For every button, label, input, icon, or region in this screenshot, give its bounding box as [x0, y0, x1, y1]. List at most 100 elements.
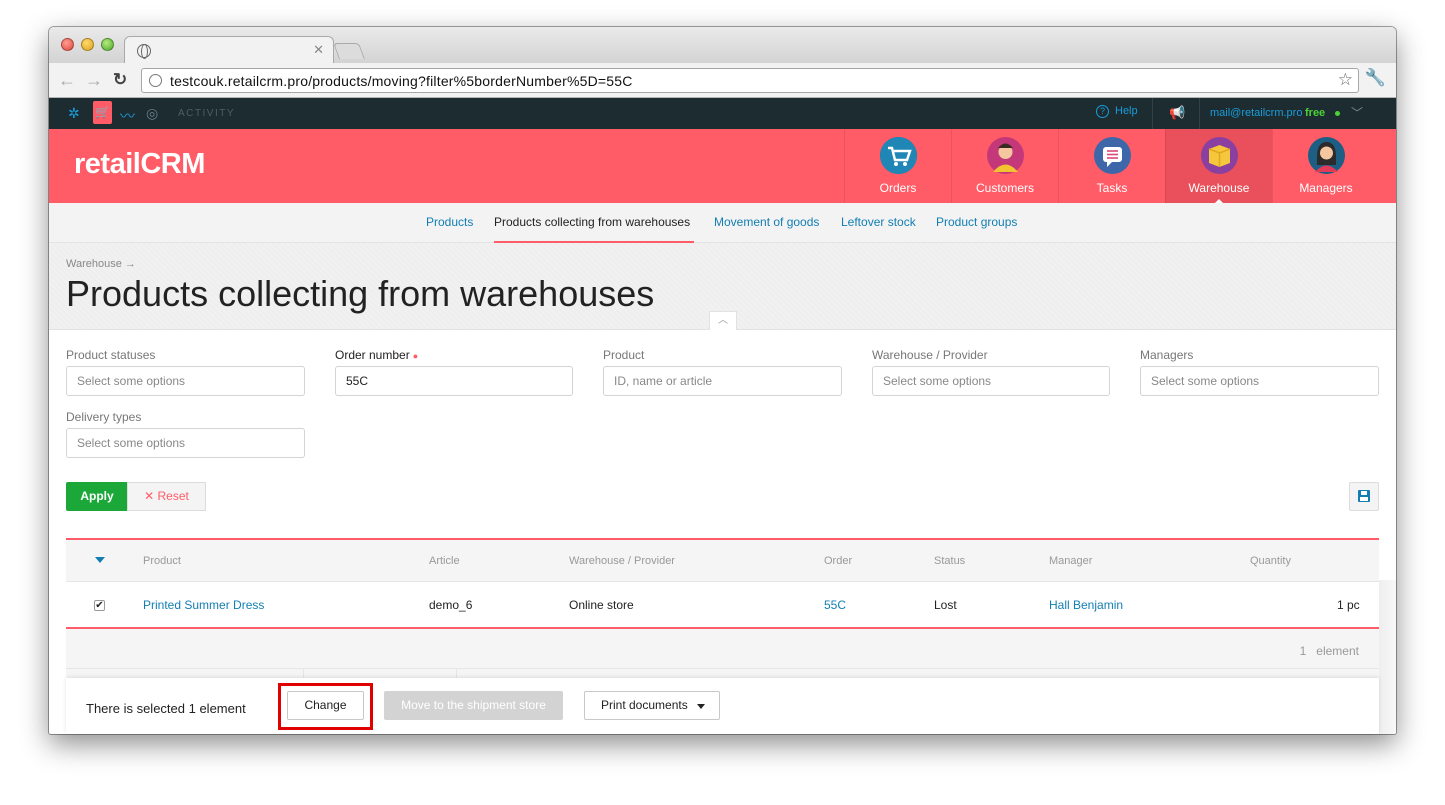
change-button[interactable]: Change	[287, 691, 364, 720]
caret-down-icon	[697, 704, 705, 709]
new-tab-button[interactable]	[333, 43, 365, 59]
article-cell: demo_6	[429, 598, 473, 612]
filter-label: Product	[603, 348, 645, 362]
warehouse-cell: Online store	[569, 598, 634, 612]
filter-label: Managers	[1140, 348, 1194, 362]
tasks-list-icon	[1094, 137, 1131, 174]
module-warehouse[interactable]: Warehouse	[1165, 129, 1272, 204]
product-search-input[interactable]: ID, name or article	[603, 366, 842, 396]
module-orders[interactable]: Orders	[844, 129, 951, 203]
browser-window: ✕ ← → ↻ testcouk.retailcrm.pro/products/…	[49, 27, 1396, 734]
bookmark-star-icon[interactable]: ☆	[1338, 70, 1353, 90]
print-documents-button[interactable]: Print documents	[584, 691, 720, 720]
column-header-status[interactable]: Status	[934, 555, 965, 567]
breadcrumb[interactable]: Warehouse →	[66, 258, 136, 270]
status-cell: Lost	[934, 598, 957, 612]
divider	[1152, 98, 1153, 129]
subnav-leftover-stock[interactable]: Leftover stock	[841, 215, 916, 229]
globe-icon	[137, 44, 151, 59]
subnav-products-collecting[interactable]: Products collecting from warehouses	[494, 215, 690, 229]
print-documents-label: Print documents	[601, 698, 688, 712]
module-tasks[interactable]: Tasks	[1058, 129, 1165, 203]
subnav-product-groups[interactable]: Product groups	[936, 215, 1017, 229]
activity-label[interactable]: ACTIVITY	[178, 108, 235, 119]
count-value: 1	[1299, 644, 1307, 658]
divider	[1199, 98, 1200, 129]
element-count: 1 element	[1300, 644, 1359, 658]
column-header-quantity[interactable]: Quantity	[1250, 555, 1291, 567]
retailcrm-logo[interactable]: retailCRM	[74, 148, 205, 181]
module-customers[interactable]: Customers	[951, 129, 1058, 203]
subnav-products[interactable]: Products	[426, 215, 473, 229]
collapse-filters-button[interactable]: ︿	[709, 311, 737, 330]
orders-cart-icon	[880, 137, 917, 174]
title-bar: ✕	[49, 27, 1396, 64]
page-title: Products collecting from warehouses	[66, 273, 655, 314]
table-row[interactable]: ✔ Printed Summer Dress demo_6 Online sto…	[66, 581, 1379, 628]
close-window-button[interactable]	[61, 38, 74, 51]
managers-select[interactable]: Select some options	[1140, 366, 1379, 396]
filter-label: Product statuses	[66, 348, 156, 362]
close-tab-icon[interactable]: ✕	[313, 42, 324, 58]
column-header-order[interactable]: Order	[824, 555, 852, 567]
app-header: retailCRM Orders Customers Tasks Warehou…	[49, 129, 1396, 204]
module-label: Customers	[975, 181, 1034, 195]
help-label: Help	[1115, 105, 1138, 117]
column-header-product[interactable]: Product	[143, 555, 181, 567]
selection-count-text: There is selected 1 element	[86, 701, 246, 716]
browser-tab[interactable]: ✕	[124, 36, 334, 64]
reset-label: Reset	[157, 489, 189, 503]
megaphone-icon[interactable]: 📢	[1169, 105, 1185, 121]
maximize-window-button[interactable]	[101, 38, 114, 51]
order-number-input[interactable]: 55C	[335, 366, 573, 396]
forward-arrow-icon[interactable]: →	[85, 70, 103, 91]
module-label: Managers	[1299, 181, 1353, 195]
scrollbar[interactable]	[1379, 580, 1396, 734]
address-bar[interactable]: testcouk.retailcrm.pro/products/moving?f…	[141, 68, 1359, 93]
globe-icon	[149, 74, 162, 87]
manager-avatar-icon	[1308, 137, 1345, 174]
browser-toolbar: ← → ↻ testcouk.retailcrm.pro/products/mo…	[49, 63, 1396, 98]
minimize-window-button[interactable]	[81, 38, 94, 51]
warehouse-box-icon	[1201, 137, 1238, 174]
url-text[interactable]: testcouk.retailcrm.pro/products/moving?f…	[170, 73, 633, 89]
order-number-label: Order number	[335, 348, 410, 362]
module-label: Warehouse	[1188, 181, 1250, 195]
product-statuses-select[interactable]: Select some options	[66, 366, 305, 396]
wrench-icon[interactable]: 🔧	[1365, 68, 1386, 88]
module-label: Orders	[879, 181, 917, 195]
table-top-border	[66, 538, 1379, 540]
warehouse-select[interactable]: Select some options	[872, 366, 1110, 396]
gear-icon[interactable]: ✲	[68, 105, 80, 122]
order-link[interactable]: 55C	[824, 598, 846, 612]
delivery-types-select[interactable]: Select some options	[66, 428, 305, 458]
help-link[interactable]: ? Help	[1096, 105, 1138, 118]
table-bottom-border	[66, 627, 1379, 629]
product-link[interactable]: Printed Summer Dress	[143, 598, 264, 612]
cart-icon[interactable]: 🛒	[93, 101, 112, 124]
target-icon[interactable]: ◎	[146, 105, 158, 122]
move-to-shipment-store-button[interactable]: Move to the shipment store	[384, 691, 563, 720]
filter-label: Warehouse / Provider	[872, 348, 988, 362]
apply-button[interactable]: Apply	[66, 482, 128, 511]
row-checkbox[interactable]: ✔	[94, 600, 105, 611]
module-managers[interactable]: Managers	[1272, 129, 1379, 203]
column-header-article[interactable]: Article	[429, 555, 460, 567]
column-header-warehouse[interactable]: Warehouse / Provider	[569, 555, 675, 567]
chart-icon[interactable]: 〰	[120, 105, 135, 126]
user-email[interactable]: mail@retailcrm.pro	[1210, 107, 1302, 119]
floppy-disk-icon	[1358, 490, 1370, 502]
app-topbar: ✲ 🛒 〰 ◎ ACTIVITY ? Help 📢 mail@retailcrm.…	[49, 98, 1396, 129]
manager-link[interactable]: Hall Benjamin	[1049, 598, 1123, 612]
quantity-cell: 1 pc	[1337, 598, 1360, 612]
column-header-manager[interactable]: Manager	[1049, 555, 1092, 567]
select-all-toggle-icon[interactable]	[95, 557, 105, 563]
chevron-down-icon[interactable]: ﹀	[1351, 104, 1363, 121]
sub-navigation: Products Products collecting from wareho…	[49, 203, 1396, 243]
subnav-movement-of-goods[interactable]: Movement of goods	[714, 215, 819, 229]
save-filter-button[interactable]	[1349, 482, 1379, 511]
module-label: Tasks	[1096, 181, 1128, 195]
reload-icon[interactable]: ↻	[113, 70, 127, 90]
back-arrow-icon[interactable]: ←	[58, 70, 76, 91]
reset-button[interactable]: ✕ Reset	[127, 482, 206, 511]
